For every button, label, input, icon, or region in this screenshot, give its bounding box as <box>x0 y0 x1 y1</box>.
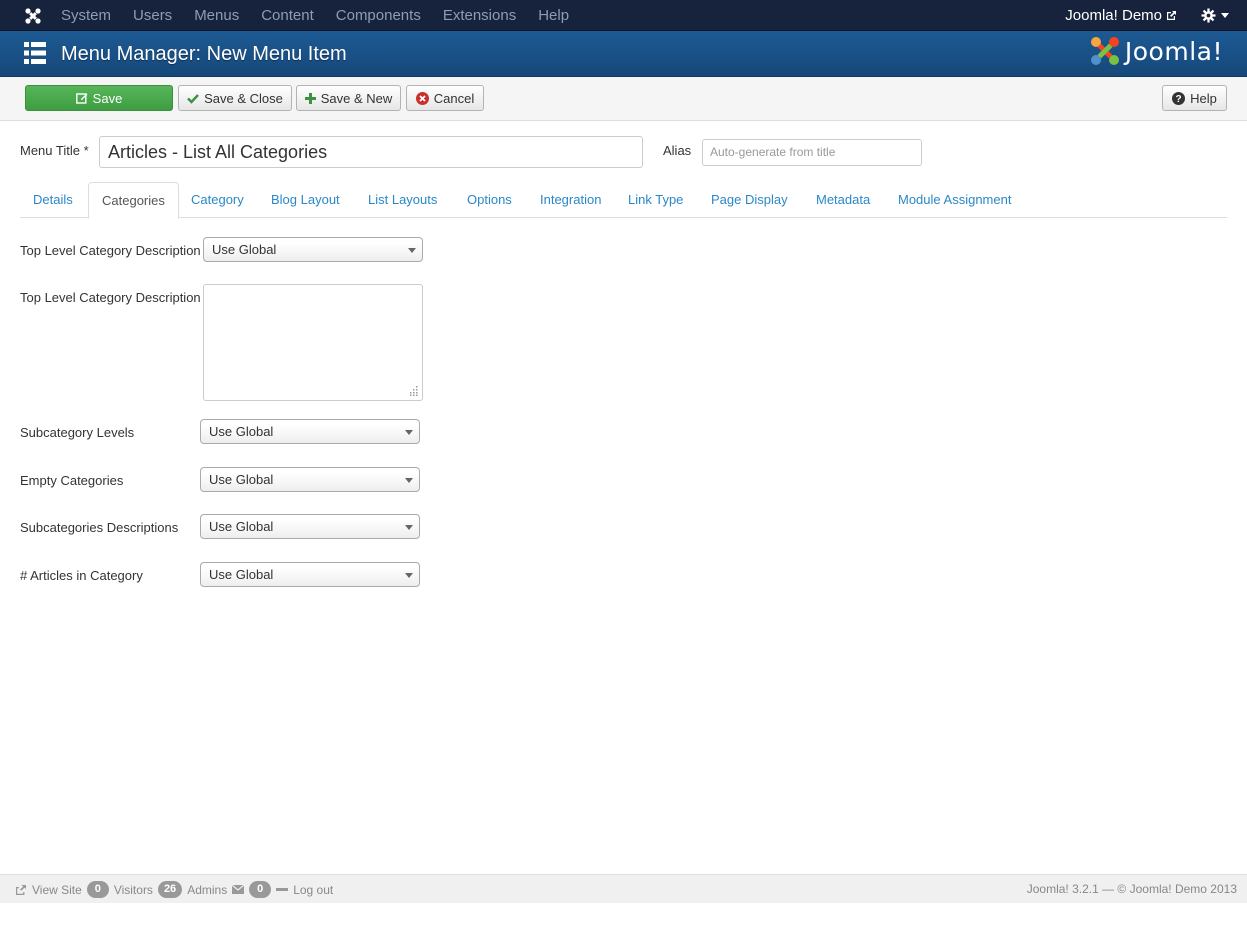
save-label: Save <box>92 90 123 106</box>
alias-input[interactable]: Auto-generate from title <box>702 139 922 166</box>
list-icon <box>24 42 46 64</box>
gear-icon <box>1201 8 1216 23</box>
visitors-badge: 0 <box>86 881 109 898</box>
joomla-logo-icon[interactable] <box>22 5 44 27</box>
tab-module-assignment[interactable]: Module Assignment <box>885 182 1024 218</box>
cancel-circle-icon <box>415 91 429 105</box>
subcategories-descriptions-select[interactable]: Use Global <box>200 514 420 539</box>
admins-label: Admins <box>187 882 228 897</box>
top-level-description-text-label: Top Level Category Description <box>20 290 201 305</box>
top-level-description-label: Top Level Category Description <box>20 243 201 258</box>
articles-in-category-select[interactable]: Use Global <box>200 562 420 587</box>
status-bar: View Site 0 Visitors 26 Admins 0 Log out <box>15 875 333 904</box>
tab-bar: Details Categories Category Blog Layout … <box>20 182 1227 219</box>
menu-title-label: Menu Title * <box>20 143 89 158</box>
resize-grip-icon[interactable] <box>408 386 418 396</box>
checkmark-icon <box>187 93 199 104</box>
top-level-description-textarea[interactable] <box>203 284 423 401</box>
plus-icon <box>304 92 316 104</box>
top-navbar: System Users Menus Content Components Ex… <box>0 0 1247 31</box>
tab-link-type[interactable]: Link Type <box>615 182 696 218</box>
menu-extensions[interactable]: Extensions <box>432 0 527 31</box>
cancel-label: Cancel <box>433 90 475 106</box>
svg-text:?: ? <box>1176 94 1182 105</box>
save-button[interactable]: Save <box>25 85 173 111</box>
save-new-button[interactable]: Save & New <box>296 85 401 111</box>
navbar-right: Joomla! Demo <box>1065 0 1229 31</box>
subcategories-descriptions-value: Use Global <box>209 519 274 534</box>
save-new-label: Save & New <box>320 90 393 106</box>
external-link-icon <box>1167 11 1176 20</box>
page-header: Menu Manager: New Menu Item Joomla! <box>0 31 1247 77</box>
tab-blog-layout[interactable]: Blog Layout <box>258 182 353 218</box>
articles-in-category-label: # Articles in Category <box>20 568 143 583</box>
share-icon <box>16 885 26 895</box>
chevron-down-icon <box>405 573 413 578</box>
alias-label: Alias <box>663 143 692 158</box>
tab-list-layouts[interactable]: List Layouts <box>355 182 450 218</box>
help-button[interactable]: ? Help <box>1162 85 1227 111</box>
empty-categories-value: Use Global <box>209 472 274 487</box>
subcategory-levels-value: Use Global <box>209 424 274 439</box>
subcategories-descriptions-label: Subcategories Descriptions <box>20 520 179 535</box>
tab-details[interactable]: Details <box>20 182 86 218</box>
menu-menus[interactable]: Menus <box>183 0 250 31</box>
site-link-label: Joomla! Demo <box>1065 7 1162 24</box>
visitors-label: Visitors <box>113 882 153 897</box>
chevron-down-icon <box>405 430 413 435</box>
site-link[interactable]: Joomla! Demo <box>1065 7 1177 24</box>
logout-link[interactable]: Log out <box>293 883 333 897</box>
help-label: Help <box>1190 90 1217 106</box>
caret-down-icon <box>1221 13 1229 18</box>
page-title: Menu Manager: New Menu Item <box>61 43 347 65</box>
menu-title-input[interactable]: Articles - List All Categories <box>99 136 643 168</box>
chevron-down-icon <box>405 525 413 530</box>
envelope-icon <box>232 885 245 894</box>
tab-options[interactable]: Options <box>454 182 525 218</box>
save-close-button[interactable]: Save & Close <box>178 85 292 111</box>
subcategory-levels-select[interactable]: Use Global <box>200 419 420 444</box>
menu-system[interactable]: System <box>50 0 122 31</box>
edit-icon <box>75 93 88 104</box>
tab-category[interactable]: Category <box>178 182 257 218</box>
empty-categories-select[interactable]: Use Global <box>200 467 420 492</box>
menu-users[interactable]: Users <box>122 0 183 31</box>
cancel-button[interactable]: Cancel <box>406 85 484 111</box>
chevron-down-icon <box>405 478 413 483</box>
chevron-down-icon <box>408 248 416 253</box>
tab-metadata[interactable]: Metadata <box>803 182 883 218</box>
status-footer: View Site 0 Visitors 26 Admins 0 Log out… <box>0 874 1247 903</box>
question-circle-icon: ? <box>1172 91 1186 105</box>
menu-components[interactable]: Components <box>325 0 432 31</box>
menu-content[interactable]: Content <box>250 0 325 31</box>
top-level-description-select[interactable]: Use Global <box>203 237 423 262</box>
view-site-link[interactable]: View Site <box>32 883 82 897</box>
copyright-text: Joomla! 3.2.1 — © Joomla! Demo 2013 <box>1026 882 1237 896</box>
menu-help[interactable]: Help <box>527 0 580 31</box>
main-menu: System Users Menus Content Components Ex… <box>50 0 580 31</box>
joomla-brand: Joomla! <box>1089 35 1223 67</box>
tab-categories[interactable]: Categories <box>88 182 179 219</box>
joomla-brand-icon <box>1090 37 1119 65</box>
tab-integration[interactable]: Integration <box>527 182 614 218</box>
articles-in-category-value: Use Global <box>209 567 274 582</box>
toolbar: Save Save & Close Save & New Cancel ? He… <box>0 77 1247 121</box>
tab-page-display[interactable]: Page Display <box>698 182 801 218</box>
subcategory-levels-label: Subcategory Levels <box>20 425 135 440</box>
empty-categories-label: Empty Categories <box>20 473 124 488</box>
settings-menu[interactable] <box>1201 8 1229 23</box>
minus-icon <box>276 887 289 891</box>
save-close-label: Save & Close <box>204 90 283 106</box>
admins-badge: 26 <box>157 881 183 898</box>
messages-badge[interactable]: 0 <box>249 881 272 898</box>
joomla-brand-text: Joomla! <box>1124 36 1223 66</box>
top-level-description-value: Use Global <box>212 242 277 257</box>
